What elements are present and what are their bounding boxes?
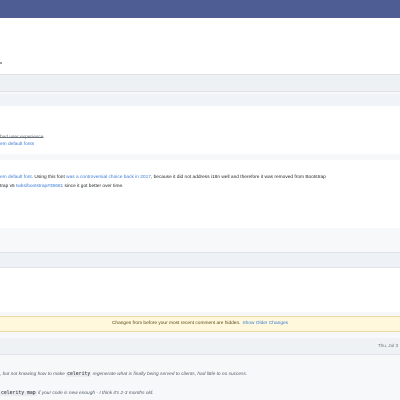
content-panel-bottom (0, 268, 400, 312)
paragraph-text: since it got better over time. (63, 184, 124, 189)
struck-text: bad user experience (0, 135, 44, 140)
notice-text: Changes from before your most recent com… (111, 321, 241, 326)
paragraph-line-1: em default font. Using this font was a c… (0, 174, 326, 181)
comment-text-part: , but not knowing how to make (0, 372, 67, 377)
section-divider (0, 74, 400, 92)
inline-code: celerity (66, 372, 92, 377)
paragraph-text: . Using this font (31, 175, 67, 180)
comment-line-1: , but not knowing how to make celerity r… (0, 368, 400, 382)
thread-panel: bad user experience em default fonts (0, 106, 400, 154)
paragraph-text: , because it did not address i18n well a… (150, 175, 326, 180)
paragraph-line-2: trap v5 twbs/bootstrap#38681 since it go… (0, 183, 123, 190)
section-header (0, 252, 400, 268)
bullet-icon (0, 62, 2, 64)
hidden-changes-notice: Changes from before your most recent com… (0, 316, 400, 332)
timestamp: Thu, Jul 3 (377, 343, 398, 348)
top-navigation-bar (0, 0, 400, 18)
comment-text: , but not knowing how to make celerity r… (0, 371, 247, 378)
comment-text-part: if your code is new enough - I think it'… (36, 391, 154, 396)
paragraph-text: trap v5 (0, 184, 16, 189)
issue-link[interactable]: twbs/bootstrap#38681 (16, 184, 63, 189)
show-older-changes-link[interactable]: Show Older Changes (242, 321, 288, 326)
content-panel-top (0, 18, 400, 74)
comment-text-part: regenerate what is finally being served … (91, 372, 248, 377)
default-font-link[interactable]: em default font (0, 175, 32, 180)
comment-meta-row: Thu, Jul 3 (0, 338, 400, 355)
default-fonts-link[interactable]: em default fonts (0, 141, 34, 148)
comment-line-2: celerity map if your code is new enough … (0, 388, 400, 400)
controversial-choice-link[interactable]: was a controversial choice back in 2017 (66, 175, 151, 180)
inline-code: celerity map (0, 391, 37, 396)
comment-text: celerity map if your code is new enough … (0, 390, 154, 397)
comment-panel: em default font. Using this font was a c… (0, 160, 400, 228)
